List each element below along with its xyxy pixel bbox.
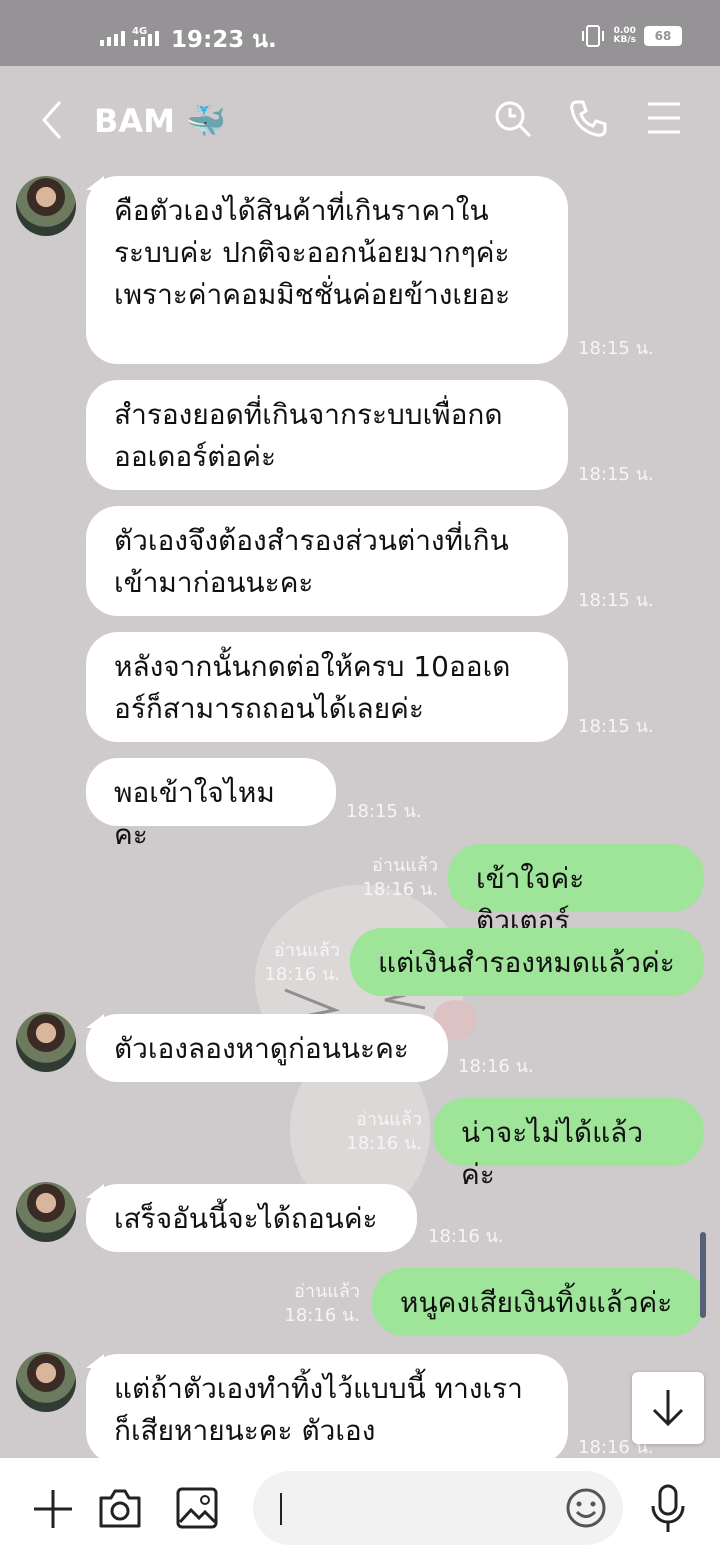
network-type: 4G <box>132 26 147 37</box>
avatar[interactable] <box>16 176 76 236</box>
message-time: 18:15 น. <box>346 801 422 822</box>
message-bubble[interactable]: หลังจากนั้นกดต่อให้ครบ 10ออเด อร์ก็สามาร… <box>86 632 568 742</box>
message-text: ตัวเองจึงต้องสำรองส่วนต่างที่เกิน เข้ามา… <box>114 524 509 599</box>
message-text: หนูคงเสียเงินทิ้งแล้วค่ะ <box>400 1286 673 1319</box>
message-input[interactable] <box>253 1471 623 1545</box>
battery-indicator: 68 <box>644 26 682 46</box>
net-speed: 0.00 KB/s <box>613 26 636 45</box>
plus-icon[interactable] <box>32 1488 74 1530</box>
message-time: 18:15 น. <box>578 590 654 611</box>
read-receipt: อ่านแล้ว 18:16 น. <box>284 1281 360 1326</box>
chat-title: BAM 🐳 <box>94 102 226 140</box>
message-text: หลังจากนั้นกดต่อให้ครบ 10ออเด อร์ก็สามาร… <box>114 650 511 725</box>
read-receipt: อ่านแล้ว 18:16 น. <box>346 1109 422 1154</box>
message-time: 18:16 น. <box>428 1226 504 1247</box>
avatar[interactable] <box>16 1182 76 1242</box>
message-text: แต่เงินสำรองหมดแล้วค่ะ <box>378 946 675 979</box>
status-time: 19:23 น. <box>171 27 277 53</box>
message-bubble[interactable]: คือตัวเองได้สินค้าที่เกินราคาใน ระบบค่ะ … <box>86 176 568 364</box>
message-bubble[interactable]: สำรองยอดที่เกินจากระบบเพื่อกด ออเดอร์ต่อ… <box>86 380 568 490</box>
message-bubble[interactable]: เสร็จอันนี้จะได้ถอนค่ะ <box>86 1184 417 1252</box>
message-text: เสร็จอันนี้จะได้ถอนค่ะ <box>114 1202 378 1235</box>
message-bubble[interactable]: ตัวเองลองหาดูก่อนนะคะ <box>86 1014 448 1082</box>
message-time: 18:15 น. <box>578 338 654 359</box>
message-time: 18:16 น. <box>458 1056 534 1077</box>
avatar[interactable] <box>16 1012 76 1072</box>
message-time: 18:15 น. <box>578 716 654 737</box>
scroll-to-bottom-button[interactable] <box>632 1372 704 1444</box>
image-icon[interactable] <box>175 1486 219 1530</box>
phone-icon[interactable] <box>569 100 607 138</box>
message-bubble[interactable]: พอเข้าใจไหมคะ <box>86 758 336 851</box>
message-text: น่าจะไม่ได้แล้วค่ะ <box>461 1116 644 1191</box>
message-time: 18:15 น. <box>578 464 654 485</box>
microphone-icon[interactable] <box>650 1484 686 1534</box>
signal-icon: 4G <box>100 26 159 46</box>
message-text: คือตัวเองได้สินค้าที่เกินราคาใน ระบบค่ะ … <box>114 194 511 311</box>
avatar[interactable] <box>16 1352 76 1412</box>
camera-icon[interactable] <box>98 1486 142 1530</box>
menu-icon[interactable] <box>646 100 682 136</box>
message-bubble[interactable]: ตัวเองจึงต้องสำรองส่วนต่างที่เกิน เข้ามา… <box>86 506 568 616</box>
back-icon[interactable] <box>40 100 64 140</box>
message-text: แต่ถ้าตัวเองทำทิ้งไว้แบบนี้ ทางเรา ก็เสี… <box>114 1372 523 1447</box>
search-icon[interactable] <box>494 100 532 138</box>
arrow-down-icon <box>652 1390 684 1427</box>
text-cursor <box>280 1493 282 1525</box>
message-bubble[interactable]: แต่ถ้าตัวเองทำทิ้งไว้แบบนี้ ทางเรา ก็เสี… <box>86 1354 568 1464</box>
read-receipt: อ่านแล้ว 18:16 น. <box>362 855 438 900</box>
status-bar: 4G 19:23 น. 0.00 KB/s 68 <box>0 0 720 66</box>
read-receipt: อ่านแล้ว 18:16 น. <box>264 940 340 985</box>
vibrate-icon <box>581 25 604 47</box>
message-text: สำรองยอดที่เกินจากระบบเพื่อกด ออเดอร์ต่อ… <box>114 398 503 473</box>
message-bubble-sent[interactable]: แต่เงินสำรองหมดแล้วค่ะ <box>350 928 704 996</box>
message-text: ตัวเองลองหาดูก่อนนะคะ <box>114 1032 409 1065</box>
message-text: พอเข้าใจไหมคะ <box>114 776 275 851</box>
emoji-icon[interactable] <box>565 1487 607 1529</box>
scrollbar[interactable] <box>700 1232 706 1318</box>
message-bubble-sent[interactable]: น่าจะไม่ได้แล้วค่ะ <box>433 1098 704 1191</box>
input-bar <box>0 1458 720 1560</box>
message-bubble-sent[interactable]: หนูคงเสียเงินทิ้งแล้วค่ะ <box>372 1268 704 1336</box>
chat-header: BAM 🐳 <box>0 66 720 174</box>
message-bubble-sent[interactable]: เข้าใจค่ะติวเตอร์ <box>448 844 704 937</box>
